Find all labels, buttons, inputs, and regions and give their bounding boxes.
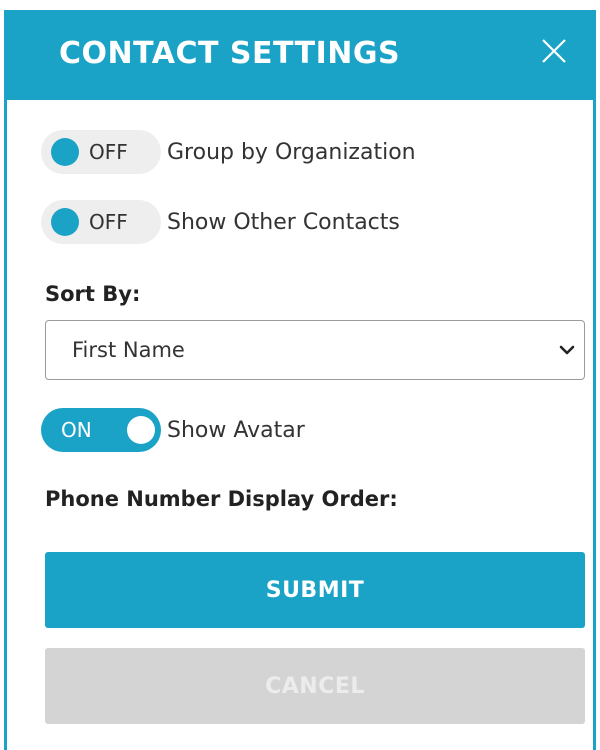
chevron-down-icon [559, 345, 575, 355]
show-other-contacts-label: Show Other Contacts [167, 209, 400, 235]
group-by-organization-toggle[interactable]: OFF [41, 130, 161, 174]
panel-header: CONTACT SETTINGS [7, 10, 593, 100]
submit-button[interactable]: SUBMIT [45, 552, 585, 628]
show-avatar-row: ON Show Avatar [41, 408, 305, 452]
contact-settings-panel: CONTACT SETTINGS OFF Group by Organizati… [4, 10, 596, 750]
toggle-knob [127, 416, 155, 444]
show-avatar-toggle[interactable]: ON [41, 408, 161, 452]
toggle-state-label: ON [61, 418, 92, 442]
show-other-contacts-toggle[interactable]: OFF [41, 200, 161, 244]
toggle-state-label: OFF [89, 140, 128, 164]
show-avatar-label: Show Avatar [167, 417, 305, 443]
close-icon [542, 39, 566, 63]
close-button[interactable] [539, 36, 569, 66]
toggle-state-label: OFF [89, 210, 128, 234]
sort-by-select[interactable]: First Name [45, 320, 585, 380]
group-by-organization-row: OFF Group by Organization [41, 130, 416, 174]
cancel-button[interactable]: CANCEL [45, 648, 585, 724]
show-other-contacts-row: OFF Show Other Contacts [41, 200, 400, 244]
sort-by-selected-value: First Name [72, 338, 185, 362]
panel-title: CONTACT SETTINGS [59, 36, 401, 71]
phone-number-display-order-label: Phone Number Display Order: [45, 487, 398, 511]
toggle-knob [51, 208, 79, 236]
toggle-knob [51, 138, 79, 166]
sort-by-label: Sort By: [45, 282, 141, 306]
group-by-organization-label: Group by Organization [167, 139, 416, 165]
